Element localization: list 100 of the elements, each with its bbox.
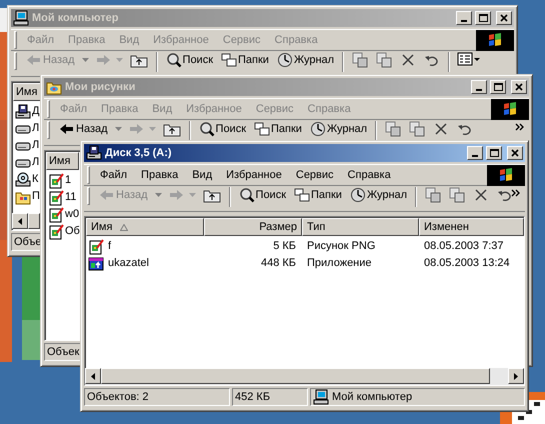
toolbar-button[interactable]: Поиск: [196, 121, 250, 137]
scroll-right-button[interactable]: [508, 368, 524, 384]
status-panel: Объектов: 2: [84, 388, 230, 406]
toolbar-button[interactable]: Журнал: [306, 121, 370, 137]
chevron-icon[interactable]: [515, 123, 525, 131]
clock-icon: [276, 52, 293, 68]
close-icon: [511, 149, 519, 157]
close-button[interactable]: [511, 80, 527, 94]
column-header[interactable]: Имя: [13, 83, 41, 101]
maximize-icon: [478, 14, 488, 22]
toolbar-button[interactable]: Поиск: [236, 187, 290, 203]
close-icon: [500, 14, 508, 22]
back-button[interactable]: Назад: [55, 121, 111, 137]
move-to-icon[interactable]: [352, 52, 368, 68]
clock-icon: [350, 187, 366, 203]
move-to-icon[interactable]: [425, 187, 442, 203]
file-name[interactable]: П: [32, 188, 40, 205]
menu-item[interactable]: Справка: [340, 166, 398, 184]
windows-flag-icon: [503, 102, 517, 116]
scroll-left-button[interactable]: [85, 368, 101, 384]
dropdown-caret-icon[interactable]: [82, 58, 89, 62]
menu-item[interactable]: Правка: [134, 166, 186, 184]
sort-triangle-icon: [120, 224, 128, 230]
maximize-button[interactable]: [490, 80, 506, 94]
scroll-left-button[interactable]: [12, 213, 28, 229]
image-file-icon: [48, 206, 64, 222]
file-name[interactable]: w0: [65, 206, 80, 223]
toolbar-button[interactable]: Поиск: [162, 52, 216, 68]
folders-icon: [221, 52, 238, 68]
status-panel: 452 КБ: [232, 388, 308, 406]
right-arrow-icon: [514, 372, 518, 380]
toolbar-button[interactable]: Папки: [291, 187, 345, 203]
folders-icon: [294, 187, 310, 203]
minimize-button[interactable]: [456, 11, 472, 25]
minimize-button[interactable]: [467, 146, 483, 160]
chevron-icon[interactable]: [511, 189, 521, 197]
dropdown-caret-icon[interactable]: [114, 127, 122, 131]
menu-item[interactable]: Файл: [93, 166, 134, 184]
file-name[interactable]: ukazatel: [107, 255, 150, 272]
scrollbar[interactable]: [85, 368, 524, 385]
back-arrow-icon: [58, 121, 74, 137]
table-cell-text: Приложение: [307, 256, 372, 272]
floppy-drive-icon: [15, 104, 31, 120]
file-name[interactable]: Л: [32, 154, 40, 171]
delete-icon[interactable]: [433, 121, 450, 137]
column-header[interactable]: Тип: [302, 218, 419, 236]
dropdown-caret-icon[interactable]: [154, 193, 162, 197]
copy-to-icon[interactable]: [449, 187, 466, 203]
minimize-icon: [472, 155, 478, 157]
window-title: Мои рисунки: [65, 80, 136, 95]
toolbar-button[interactable]: Папки: [251, 121, 305, 137]
file-name[interactable]: Д: [32, 103, 40, 120]
image-file-icon: [48, 190, 64, 206]
file-name[interactable]: Л: [32, 137, 40, 154]
column-header[interactable]: Изменен: [419, 218, 524, 236]
scroll-thumb[interactable]: [28, 213, 40, 229]
search-icon: [238, 187, 255, 203]
toolbar-button[interactable]: Журнал: [346, 187, 410, 203]
file-name[interactable]: К: [32, 171, 38, 188]
maximize-icon: [494, 83, 502, 91]
menu-item[interactable]: Сервис: [288, 166, 341, 184]
window-title: Диск 3,5 (A:): [105, 146, 172, 161]
computer-icon: [13, 10, 29, 26]
toolbar-button[interactable]: Журнал: [274, 52, 338, 68]
windows-flag-icon: [488, 33, 502, 47]
maximize-button[interactable]: [486, 146, 502, 160]
views-icon[interactable]: [457, 52, 482, 66]
clock-icon: [310, 121, 326, 137]
menu-item[interactable]: Вид: [185, 166, 220, 184]
status-panel: Мой компьютер: [310, 388, 525, 406]
column-header[interactable]: Имя: [86, 218, 204, 236]
search-icon: [166, 52, 182, 68]
move-to-icon[interactable]: [385, 121, 402, 137]
minimize-icon: [476, 89, 482, 91]
menu-item[interactable]: Избранное: [219, 166, 289, 184]
file-name[interactable]: Л: [32, 120, 40, 137]
copy-to-icon[interactable]: [376, 52, 392, 68]
copy-to-icon[interactable]: [409, 121, 426, 137]
file-name[interactable]: 1: [65, 172, 72, 189]
delete-icon[interactable]: [473, 187, 490, 203]
folders-icon: [254, 121, 270, 137]
image-file-icon: [48, 172, 64, 188]
minimize-button[interactable]: [471, 80, 487, 94]
column-header[interactable]: Размер: [204, 218, 302, 236]
window-title: Мой компьютер: [32, 10, 119, 26]
back-arrow-icon: [25, 52, 41, 68]
toolbar-button[interactable]: Папки: [218, 52, 272, 68]
minimize-icon: [461, 20, 467, 22]
left-arrow-icon: [91, 372, 95, 380]
file-name[interactable]: 11: [65, 189, 76, 206]
close-icon: [515, 83, 523, 91]
close-button[interactable]: [507, 146, 523, 160]
scroll-thumb[interactable]: [101, 368, 490, 384]
column-header[interactable]: Имя: [46, 152, 79, 170]
delete-icon[interactable]: [400, 52, 416, 68]
maximize-icon: [490, 149, 498, 157]
close-button[interactable]: [496, 11, 512, 25]
image-file-icon: [48, 224, 64, 240]
maximize-button[interactable]: [475, 11, 491, 25]
table-cell-text: 448 КБ: [260, 256, 296, 272]
